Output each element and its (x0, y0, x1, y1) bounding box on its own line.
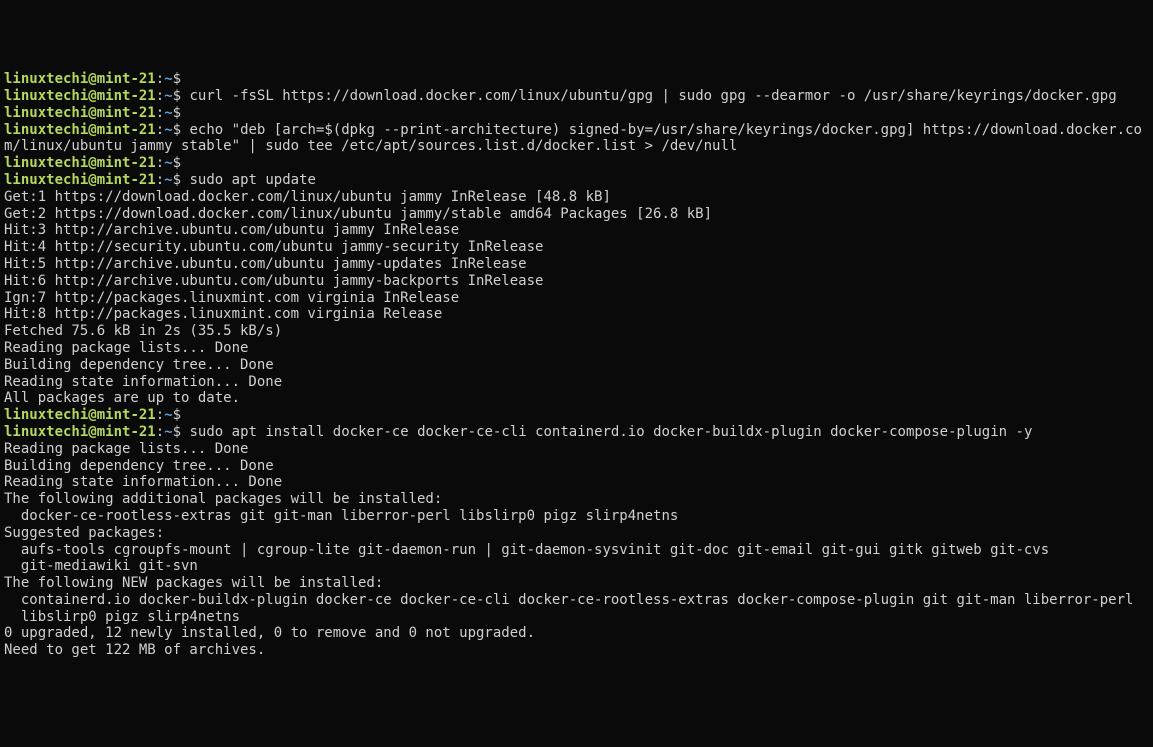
prompt-path: ~ (164, 424, 172, 440)
output-line: Hit:6 http://archive.ubuntu.com/ubuntu j… (4, 273, 1149, 290)
output-line: Building dependency tree... Done (4, 458, 1149, 475)
output-line: Fetched 75.6 kB in 2s (35.5 kB/s) (4, 323, 1149, 340)
prompt-colon: : (156, 172, 164, 188)
prompt-dollar: $ (173, 407, 181, 423)
prompt-user: linuxtechi (4, 88, 88, 104)
output-line: The following additional packages will b… (4, 491, 1149, 508)
output-line: All packages are up to date. (4, 390, 1149, 407)
command-text: sudo apt install docker-ce docker-ce-cli… (190, 424, 1033, 440)
output-line: Ign:7 http://packages.linuxmint.com virg… (4, 290, 1149, 307)
prompt-at: @ (88, 172, 96, 188)
prompt-at: @ (88, 155, 96, 171)
prompt-path: ~ (164, 71, 172, 87)
prompt-at: @ (88, 407, 96, 423)
output-line: Reading package lists... Done (4, 340, 1149, 357)
output-line: git-mediawiki git-svn (4, 558, 1149, 575)
prompt-dollar: $ (173, 155, 181, 171)
prompt-path: ~ (164, 105, 172, 121)
output-line: Need to get 122 MB of archives. (4, 642, 1149, 659)
prompt-user: linuxtechi (4, 155, 88, 171)
prompt-host: mint-21 (97, 172, 156, 188)
prompt-dollar: $ (173, 424, 181, 440)
output-line: Get:1 https://download.docker.com/linux/… (4, 189, 1149, 206)
output-line: docker-ce-rootless-extras git git-man li… (4, 508, 1149, 525)
terminal-line: linuxtechi@mint-21:~$ (4, 71, 1149, 88)
prompt-host: mint-21 (97, 155, 156, 171)
prompt-host: mint-21 (97, 122, 156, 138)
prompt-user: linuxtechi (4, 424, 88, 440)
terminal-line: linuxtechi@mint-21:~$ curl -fsSL https:/… (4, 88, 1149, 105)
prompt-user: linuxtechi (4, 71, 88, 87)
output-line: Reading package lists... Done (4, 441, 1149, 458)
output-line: libslirp0 pigz slirp4netns (4, 609, 1149, 626)
output-line: The following NEW packages will be insta… (4, 575, 1149, 592)
prompt-at: @ (88, 424, 96, 440)
terminal-line: linuxtechi@mint-21:~$ (4, 407, 1149, 424)
output-line: Hit:8 http://packages.linuxmint.com virg… (4, 306, 1149, 323)
prompt-path: ~ (164, 88, 172, 104)
prompt-at: @ (88, 122, 96, 138)
command-text: sudo apt update (190, 172, 316, 188)
prompt-path: ~ (164, 155, 172, 171)
prompt-path: ~ (164, 122, 172, 138)
output-line: aufs-tools cgroupfs-mount | cgroup-lite … (4, 542, 1149, 559)
prompt-at: @ (88, 88, 96, 104)
prompt-user: linuxtechi (4, 172, 88, 188)
terminal-line: linuxtechi@mint-21:~$ sudo apt install d… (4, 424, 1149, 441)
prompt-user: linuxtechi (4, 407, 88, 423)
prompt-colon: : (156, 88, 164, 104)
prompt-user: linuxtechi (4, 122, 88, 138)
output-line: Hit:4 http://security.ubuntu.com/ubuntu … (4, 239, 1149, 256)
output-line: Get:2 https://download.docker.com/linux/… (4, 206, 1149, 223)
prompt-dollar: $ (173, 88, 181, 104)
prompt-colon: : (156, 105, 164, 121)
prompt-host: mint-21 (97, 105, 156, 121)
prompt-at: @ (88, 105, 96, 121)
output-line: containerd.io docker-buildx-plugin docke… (4, 592, 1149, 609)
terminal-line: linuxtechi@mint-21:~$ sudo apt update (4, 172, 1149, 189)
prompt-colon: : (156, 71, 164, 87)
prompt-colon: : (156, 407, 164, 423)
command-text: curl -fsSL https://download.docker.com/l… (190, 88, 1117, 104)
prompt-dollar: $ (173, 105, 181, 121)
prompt-colon: : (156, 155, 164, 171)
output-line: Hit:3 http://archive.ubuntu.com/ubuntu j… (4, 222, 1149, 239)
terminal-window[interactable]: linuxtechi@mint-21:~$ linuxtechi@mint-21… (4, 71, 1149, 659)
prompt-host: mint-21 (97, 424, 156, 440)
output-line: Building dependency tree... Done (4, 357, 1149, 374)
prompt-host: mint-21 (97, 88, 156, 104)
output-line: Hit:5 http://archive.ubuntu.com/ubuntu j… (4, 256, 1149, 273)
output-line: Reading state information... Done (4, 374, 1149, 391)
output-line: Suggested packages: (4, 525, 1149, 542)
prompt-path: ~ (164, 407, 172, 423)
terminal-line: linuxtechi@mint-21:~$ (4, 105, 1149, 122)
terminal-line: linuxtechi@mint-21:~$ echo "deb [arch=$(… (4, 122, 1149, 156)
prompt-dollar: $ (173, 172, 181, 188)
prompt-colon: : (156, 122, 164, 138)
prompt-dollar: $ (173, 122, 181, 138)
output-line: Reading state information... Done (4, 474, 1149, 491)
prompt-at: @ (88, 71, 96, 87)
terminal-line: linuxtechi@mint-21:~$ (4, 155, 1149, 172)
prompt-user: linuxtechi (4, 105, 88, 121)
prompt-host: mint-21 (97, 71, 156, 87)
output-line: 0 upgraded, 12 newly installed, 0 to rem… (4, 625, 1149, 642)
prompt-dollar: $ (173, 71, 181, 87)
prompt-colon: : (156, 424, 164, 440)
prompt-path: ~ (164, 172, 172, 188)
prompt-host: mint-21 (97, 407, 156, 423)
